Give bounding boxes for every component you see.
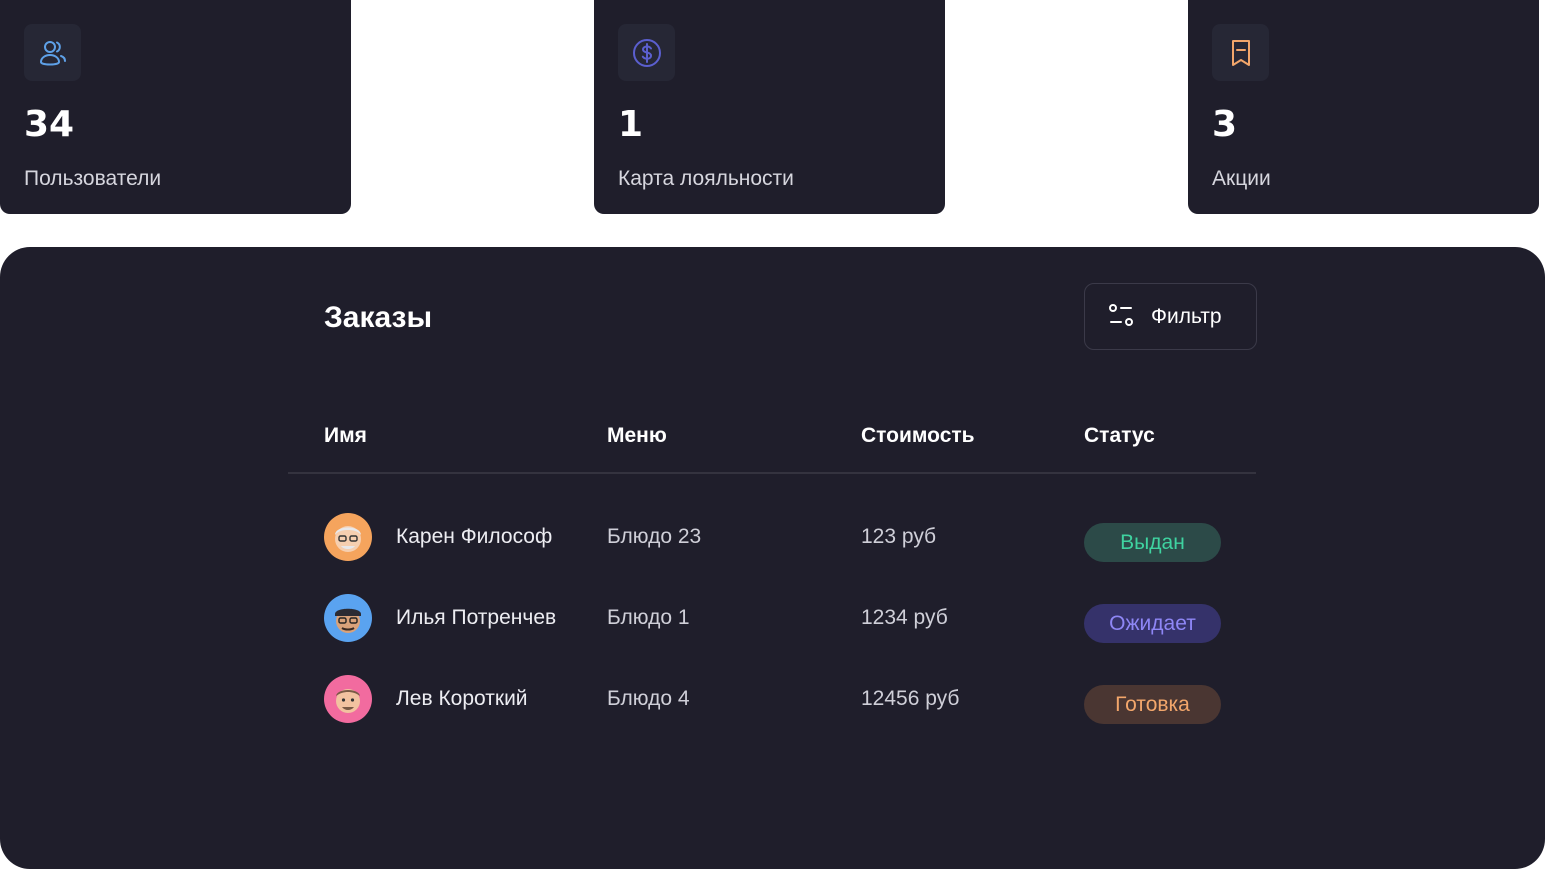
receipt-icon: [1212, 24, 1269, 81]
avatar: [324, 513, 372, 561]
orders-panel: Заказы Фильтр Имя Меню Стоимость Статус: [0, 247, 1545, 869]
status-badge: Ожидает: [1084, 604, 1221, 643]
row-menu: Блюдо 4: [607, 687, 690, 710]
status-badge: Выдан: [1084, 523, 1221, 562]
promotions-count: 3: [1212, 104, 1238, 145]
row-name: Лев Короткий: [396, 687, 528, 710]
row-cost: 123 руб: [861, 525, 937, 548]
table-row[interactable]: Лев Короткий Блюдо 4 12456 руб Готовка: [0, 669, 1545, 729]
column-header-status[interactable]: Статус: [1084, 422, 1155, 450]
stat-card-users: 34 Пользователи: [0, 0, 351, 214]
status-badge: Готовка: [1084, 685, 1221, 724]
avatar: [324, 675, 372, 723]
users-count: 34: [24, 104, 75, 145]
row-menu: Блюдо 23: [607, 525, 702, 548]
filter-label: Фильтр: [1151, 304, 1222, 328]
row-name: Илья Потренчев: [396, 606, 557, 629]
filter-icon: [1107, 302, 1135, 331]
table-row[interactable]: Илья Потренчев Блюдо 1 1234 руб Ожидает: [0, 588, 1545, 648]
orders-title: Заказы: [324, 301, 433, 334]
column-header-name[interactable]: Имя: [324, 422, 367, 450]
dollar-coin-icon: [618, 24, 675, 81]
row-name: Карен Философ: [396, 525, 553, 548]
loyalty-label: Карта лояльности: [618, 167, 794, 190]
filter-button[interactable]: Фильтр: [1084, 283, 1257, 350]
users-label: Пользователи: [24, 167, 162, 190]
header-divider: [288, 472, 1256, 474]
table-row[interactable]: Карен Философ Блюдо 23 123 руб Выдан: [0, 507, 1545, 567]
promotions-label: Акции: [1212, 167, 1271, 190]
users-icon: [24, 24, 81, 81]
column-header-cost[interactable]: Стоимость: [861, 422, 975, 450]
row-menu: Блюдо 1: [607, 606, 690, 629]
avatar: [324, 594, 372, 642]
row-cost: 1234 руб: [861, 606, 948, 629]
column-header-menu[interactable]: Меню: [607, 422, 667, 450]
loyalty-count: 1: [618, 104, 644, 145]
stat-card-loyalty: 1 Карта лояльности: [594, 0, 945, 214]
row-cost: 12456 руб: [861, 687, 960, 710]
stat-card-promotions: 3 Акции: [1188, 0, 1539, 214]
